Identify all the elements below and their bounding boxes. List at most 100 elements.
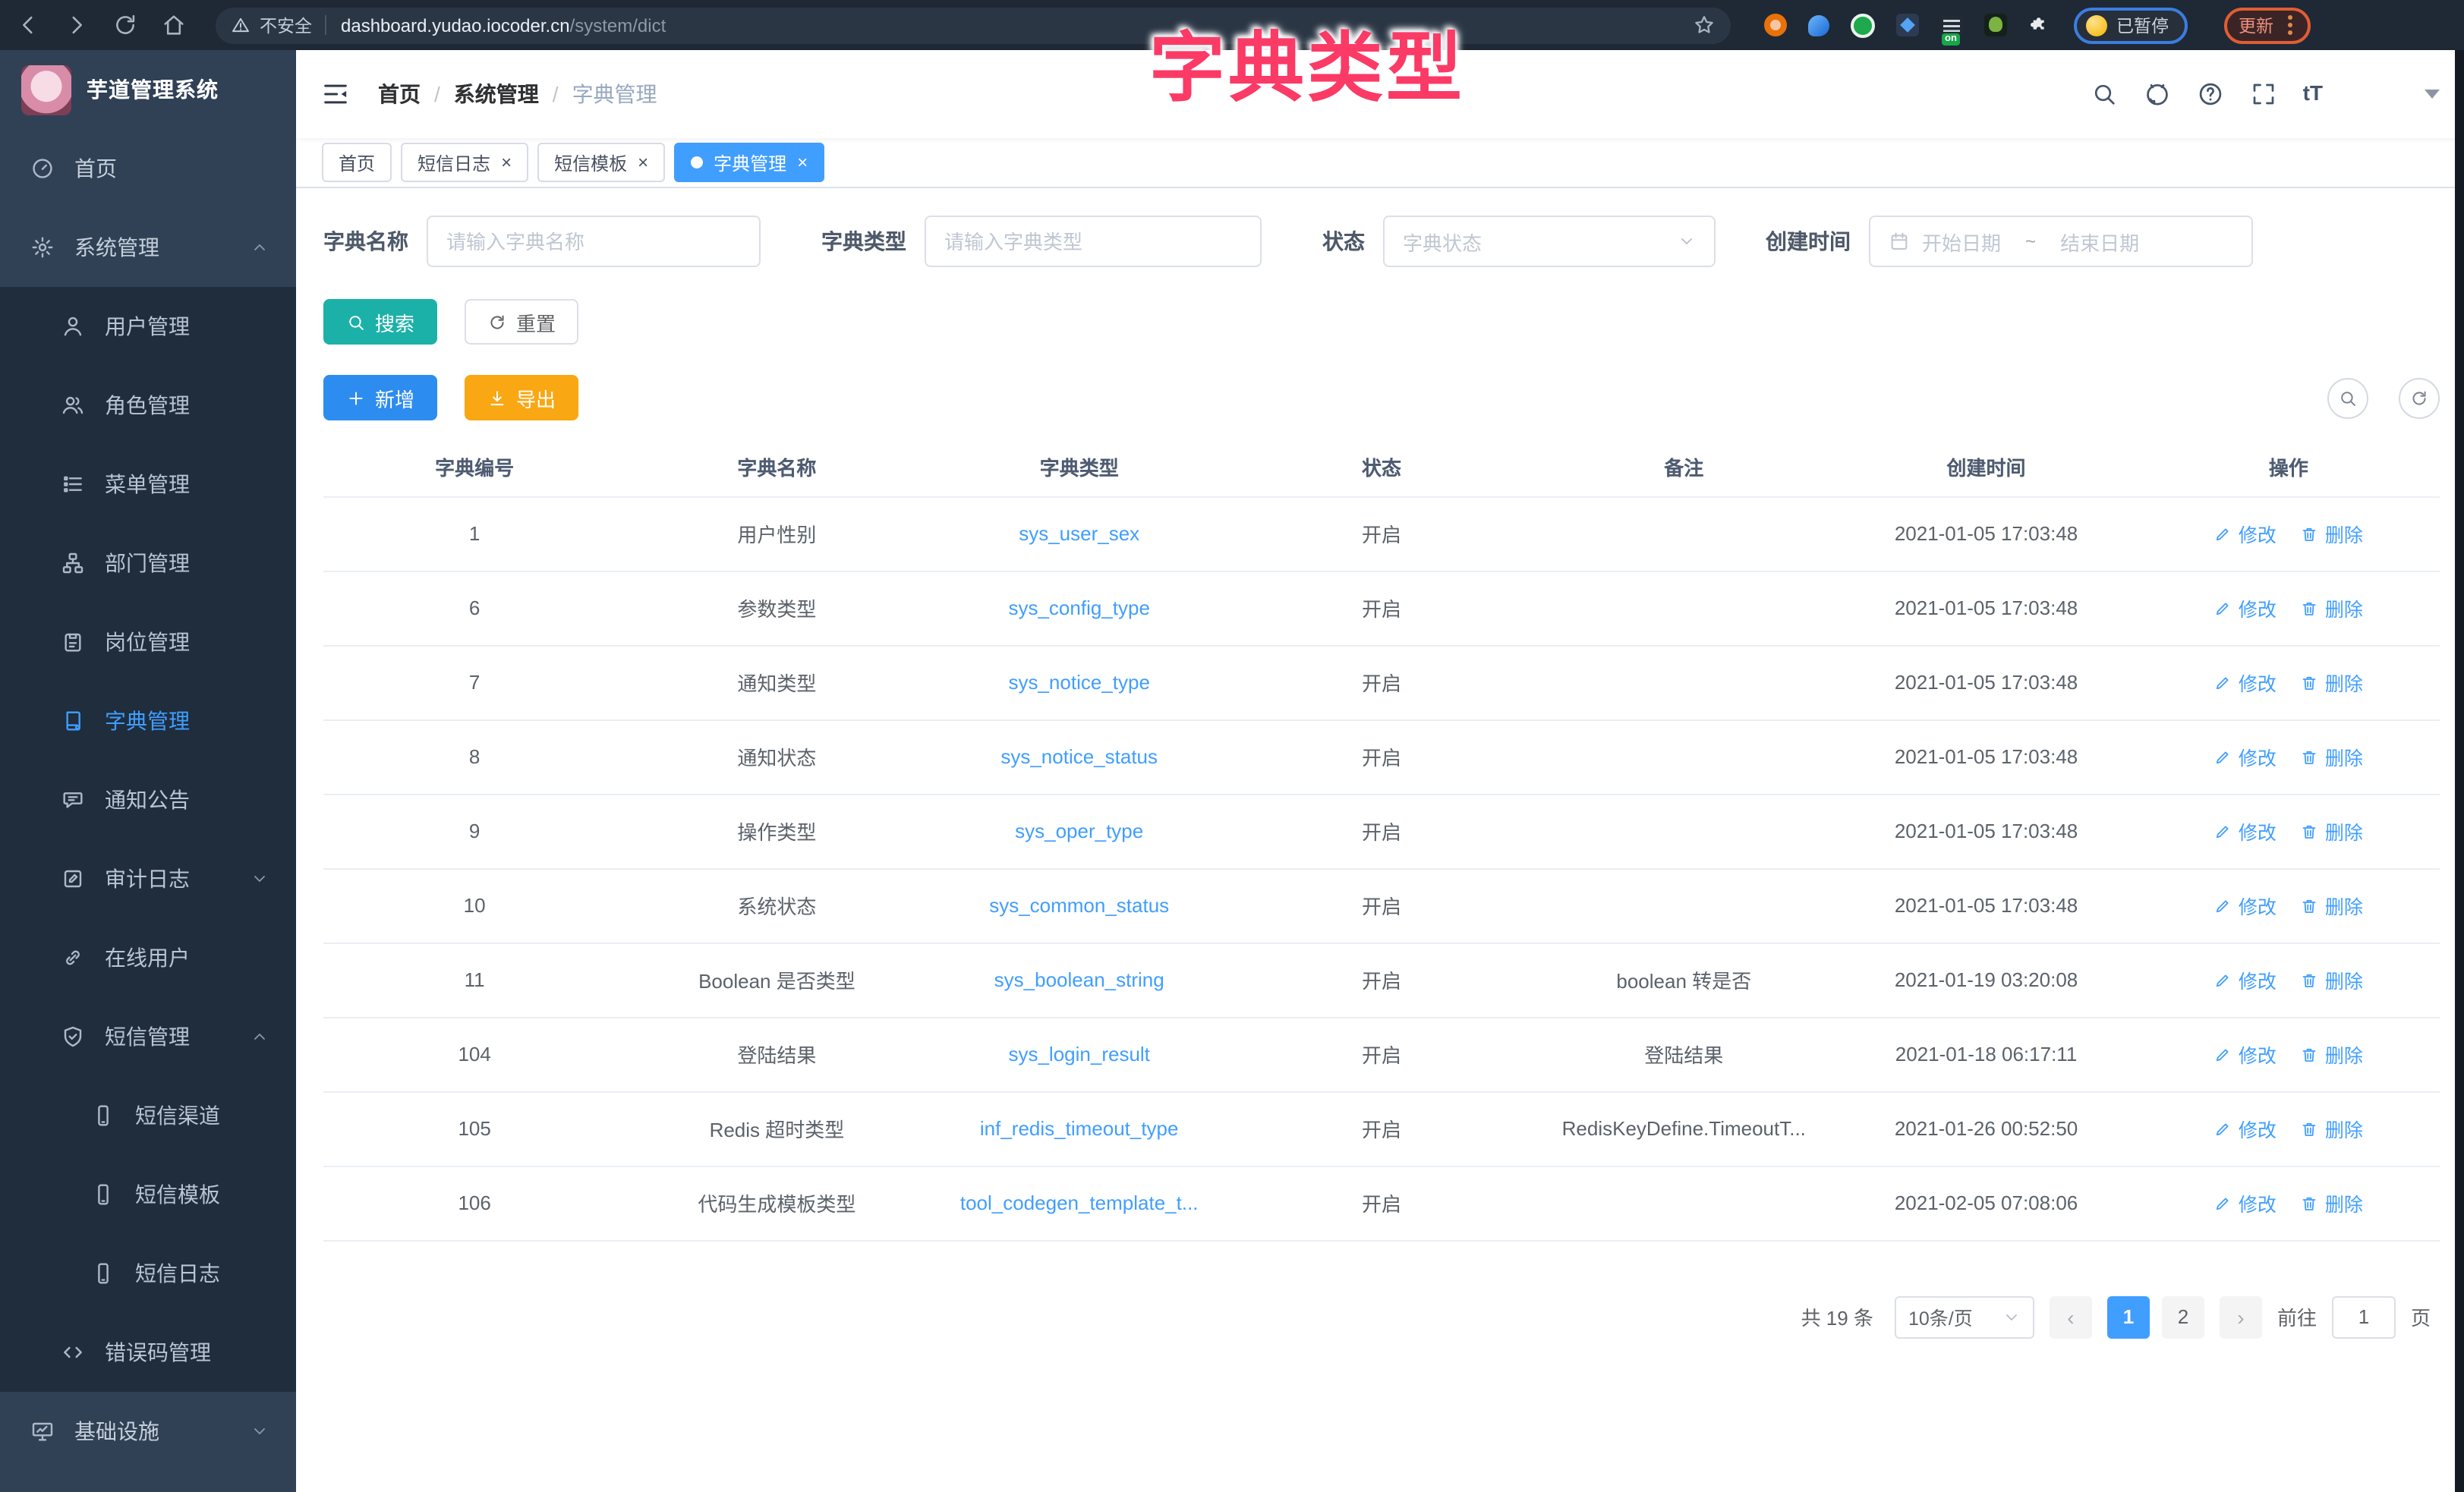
delete-link[interactable]: 删除 <box>2301 817 2363 845</box>
edit-link[interactable]: 修改 <box>2214 1114 2277 1143</box>
dict-type-link[interactable]: sys_oper_type <box>1015 820 1143 842</box>
dict-type-link[interactable]: sys_config_type <box>1008 596 1149 619</box>
dict-type-link[interactable]: sys_user_sex <box>1019 522 1139 545</box>
user-avatar[interactable] <box>2349 69 2399 119</box>
close-icon[interactable]: × <box>638 152 648 173</box>
toggle-search-button[interactable] <box>2327 377 2368 418</box>
home-icon[interactable] <box>161 12 187 38</box>
tab-dict-management[interactable]: 字典管理× <box>674 143 824 182</box>
extension-icon-4[interactable] <box>1896 14 1919 36</box>
goto-page-input[interactable] <box>2332 1295 2396 1338</box>
sidebar-item-dept-management[interactable]: 部门管理 <box>0 524 296 603</box>
extension-icon-6[interactable] <box>1984 14 2007 36</box>
search-button[interactable]: 搜索 <box>323 299 437 345</box>
help-icon[interactable] <box>2197 80 2224 108</box>
sidebar-item-system-management[interactable]: 系统管理 <box>0 208 296 287</box>
sidebar-item-post-management[interactable]: 岗位管理 <box>0 603 296 681</box>
sidebar-item-infrastructure[interactable]: 基础设施 <box>0 1392 296 1471</box>
tab-sms-template[interactable]: 短信模板× <box>537 143 665 182</box>
profile-paused-badge[interactable]: 已暂停 <box>2074 7 2187 43</box>
sidebar-item-notice-announcement[interactable]: 通知公告 <box>0 760 296 839</box>
back-icon[interactable] <box>15 12 41 38</box>
sidebar-item-user-management[interactable]: 用户管理 <box>0 287 296 366</box>
extension-icon-5[interactable]: on <box>1940 14 1963 36</box>
security-label: 不安全 <box>260 13 312 37</box>
delete-link[interactable]: 删除 <box>2301 965 2363 994</box>
app-logo[interactable]: 芋道管理系统 <box>0 50 296 129</box>
user-icon <box>61 314 85 338</box>
prev-page-button[interactable]: ‹ <box>2050 1295 2092 1338</box>
sidebar-item-sms-management[interactable]: 短信管理 <box>0 997 296 1076</box>
fullscreen-icon[interactable] <box>2250 80 2277 108</box>
dict-type-link[interactable]: sys_common_status <box>989 894 1169 917</box>
search-icon[interactable] <box>2091 80 2118 108</box>
reload-icon[interactable] <box>112 12 138 38</box>
edit-link[interactable]: 修改 <box>2214 965 2277 994</box>
reset-button[interactable]: 重置 <box>465 299 578 345</box>
update-button[interactable]: 更新 <box>2223 7 2310 43</box>
warning-icon[interactable] <box>231 15 250 35</box>
dict-type-link[interactable]: sys_notice_type <box>1008 671 1149 694</box>
extensions-puzzle-icon[interactable] <box>2028 13 2053 37</box>
tab-home[interactable]: 首页 <box>322 143 392 182</box>
sidebar-item-sms-template[interactable]: 短信模板 <box>0 1155 296 1234</box>
menu-kebab-icon[interactable] <box>2287 23 2292 27</box>
address-bar[interactable]: 不安全 dashboard.yudao.iocoder.cn/system/di… <box>216 7 1731 43</box>
extension-icon-1[interactable] <box>1764 14 1787 36</box>
export-button[interactable]: 导出 <box>465 375 578 420</box>
close-icon[interactable]: × <box>501 152 512 173</box>
extension-icon-2[interactable] <box>1808 14 1829 36</box>
dict-type-link[interactable]: tool_codegen_template_t... <box>960 1191 1199 1214</box>
edit-link[interactable]: 修改 <box>2214 1040 2277 1069</box>
tab-sms-log[interactable]: 短信日志× <box>401 143 528 182</box>
delete-link[interactable]: 删除 <box>2301 891 2363 920</box>
delete-link[interactable]: 删除 <box>2301 668 2363 697</box>
edit-link[interactable]: 修改 <box>2214 817 2277 845</box>
dict-name-input[interactable] <box>427 216 761 267</box>
delete-link[interactable]: 删除 <box>2301 742 2363 771</box>
dict-type-link[interactable]: sys_notice_status <box>1000 745 1158 768</box>
extension-icon-3[interactable] <box>1851 13 1875 37</box>
edit-link[interactable]: 修改 <box>2214 668 2277 697</box>
close-icon[interactable]: × <box>797 152 808 173</box>
edit-link[interactable]: 修改 <box>2214 593 2277 622</box>
dict-type-link[interactable]: sys_boolean_string <box>994 968 1164 991</box>
next-page-button[interactable]: › <box>2220 1295 2262 1338</box>
edit-link[interactable]: 修改 <box>2214 1188 2277 1217</box>
page-button-1[interactable]: 1 <box>2107 1295 2150 1338</box>
date-range-picker[interactable]: 开始日期 ~ 结束日期 <box>1869 216 2253 267</box>
forward-icon[interactable] <box>64 12 90 38</box>
add-button[interactable]: 新增 <box>323 375 437 420</box>
github-icon[interactable] <box>2144 80 2171 108</box>
sidebar-item-error-code-management[interactable]: 错误码管理 <box>0 1313 296 1392</box>
status-select[interactable]: 字典状态 <box>1383 216 1716 267</box>
dict-type-input[interactable] <box>925 216 1262 267</box>
delete-link[interactable]: 删除 <box>2301 519 2363 548</box>
sidebar-item-role-management[interactable]: 角色管理 <box>0 366 296 445</box>
sidebar-collapse-icon[interactable] <box>320 79 351 109</box>
sidebar-item-dict-management[interactable]: 字典管理 <box>0 681 296 760</box>
breadcrumb-item[interactable]: 系统管理 <box>454 79 539 109</box>
edit-link[interactable]: 修改 <box>2214 742 2277 771</box>
sidebar-item-menu-management[interactable]: 菜单管理 <box>0 445 296 524</box>
delete-link[interactable]: 删除 <box>2301 1188 2363 1217</box>
edit-link[interactable]: 修改 <box>2214 519 2277 548</box>
breadcrumb-item[interactable]: 首页 <box>378 79 421 109</box>
delete-link[interactable]: 删除 <box>2301 593 2363 622</box>
sidebar-item-online-users[interactable]: 在线用户 <box>0 918 296 997</box>
dict-type-link[interactable]: sys_login_result <box>1008 1043 1149 1065</box>
page-button-2[interactable]: 2 <box>2162 1295 2204 1338</box>
edit-link[interactable]: 修改 <box>2214 891 2277 920</box>
sidebar-item-sms-log[interactable]: 短信日志 <box>0 1234 296 1313</box>
delete-link[interactable]: 删除 <box>2301 1040 2363 1069</box>
delete-link[interactable]: 删除 <box>2301 1114 2363 1143</box>
bookmark-star-icon[interactable] <box>1693 14 1716 36</box>
refresh-table-button[interactable] <box>2399 377 2440 418</box>
sidebar-item-home[interactable]: 首页 <box>0 129 296 208</box>
chevron-down-icon[interactable] <box>2425 90 2440 106</box>
sidebar-item-sms-channel[interactable]: 短信渠道 <box>0 1076 296 1155</box>
font-size-icon[interactable]: tT <box>2303 80 2323 108</box>
page-size-select[interactable]: 10条/页 <box>1895 1295 2034 1338</box>
sidebar-item-audit-log[interactable]: 审计日志 <box>0 839 296 918</box>
dict-type-link[interactable]: inf_redis_timeout_type <box>980 1117 1179 1140</box>
